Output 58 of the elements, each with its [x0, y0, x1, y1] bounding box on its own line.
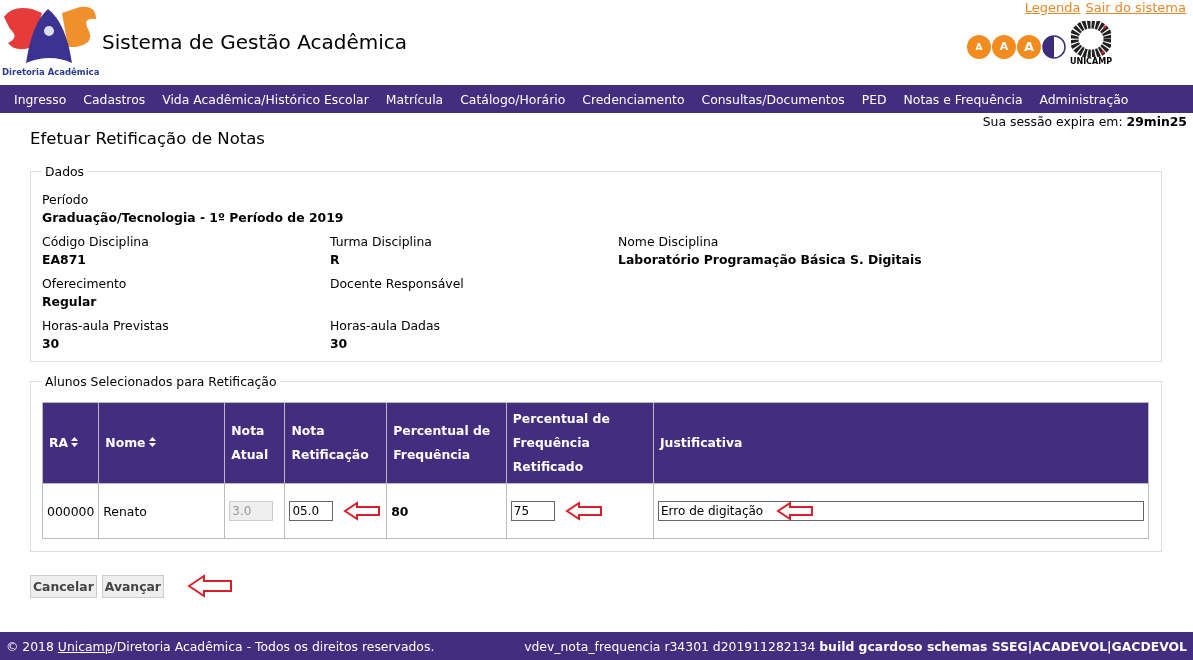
university-logo-icon: [1070, 21, 1111, 57]
system-title: Sistema de Gestão Acadêmica: [102, 30, 408, 54]
contrast-icon[interactable]: [1041, 34, 1066, 59]
cell-text: Renato: [103, 503, 147, 519]
field-value: R: [330, 252, 341, 267]
field-label: Horas-aula Dadas: [330, 318, 441, 333]
field-value: Graduação/Tecnologia - 1º Período de 2019: [42, 210, 344, 225]
column-header[interactable]: Nome: [98, 402, 225, 484]
sort-icon[interactable]: [148, 437, 156, 447]
arrow-icon: [187, 574, 233, 598]
menu-item[interactable]: Administração: [1039, 91, 1129, 107]
column-header: Justificativa: [653, 402, 1149, 484]
copyright-text: © 2018 Unicamp/Diretoria Acadêmica - Todos os direitos reservados.: [6, 638, 435, 654]
menu-item[interactable]: Matrícula: [385, 91, 444, 107]
panel-legend: Alunos Selecionados para Retificação: [42, 374, 280, 389]
input-field[interactable]: Erro de digitação: [658, 501, 1144, 521]
action-button[interactable]: Cancelar: [30, 574, 97, 598]
field-label: Período: [42, 192, 90, 207]
column-header: Nota Atual: [224, 402, 285, 484]
field-label: Código Disciplina: [42, 234, 150, 249]
footer-link[interactable]: Unicamp: [57, 638, 113, 654]
field-label: Docente Responsável: [330, 276, 465, 291]
column-header[interactable]: RA: [42, 402, 99, 484]
page-title: Efetuar Retificação de Notas: [30, 129, 266, 148]
field-label: Turma Disciplina: [330, 234, 433, 249]
input-field[interactable]: 75: [510, 501, 555, 521]
field-value: Laboratório Programação Básica S. Digitais: [618, 252, 922, 267]
cell-text: 80: [391, 503, 409, 519]
sort-icon[interactable]: [71, 437, 79, 447]
field-label: Oferecimento: [42, 276, 128, 291]
action-button[interactable]: Avançar: [101, 574, 164, 598]
university-name: UNICAMP: [1069, 57, 1112, 66]
cell-text: 000000: [47, 503, 95, 519]
menu-item[interactable]: Notas e Frequência: [903, 91, 1023, 107]
field-value: 30: [330, 336, 349, 351]
panel-legend: Dados: [42, 164, 88, 179]
menu-item[interactable]: Vida Acadêmica/Histórico Escolar: [162, 91, 369, 107]
column-header: Percentual de Frequência: [386, 402, 507, 484]
build-info: vdev_nota_frequencia r34301 d201911282134 build gcardoso schemas SSEG|ACADEVOL|GACDEVOL: [524, 638, 1187, 654]
menu-item[interactable]: Catálogo/Horário: [460, 91, 566, 107]
column-header: Percentual de Frequência Retificado: [506, 402, 654, 484]
arrow-icon: [564, 501, 603, 521]
field-label: Nome Disciplina: [618, 234, 720, 249]
field-value: 30: [42, 336, 61, 351]
arrow-icon: [776, 501, 814, 521]
session-timer: Sua sessão expira em: 29min25: [982, 114, 1187, 129]
field-value: Regular: [42, 294, 98, 309]
menu-item[interactable]: Credenciamento: [582, 91, 685, 107]
logo-caption: Diretoria Acadêmica: [2, 67, 100, 77]
menu-item[interactable]: Cadastros: [83, 91, 146, 107]
menu-item[interactable]: Consultas/Documentos: [701, 91, 845, 107]
menu-item[interactable]: PED: [861, 91, 887, 107]
field-value: EA871: [42, 252, 87, 267]
input-field[interactable]: 05.0: [289, 501, 334, 521]
column-header: Nota Retificação: [284, 402, 387, 484]
menu-item[interactable]: Ingresso: [14, 91, 67, 107]
field-label: Horas-aula Previstas: [42, 318, 170, 333]
arrow-icon: [343, 501, 382, 521]
